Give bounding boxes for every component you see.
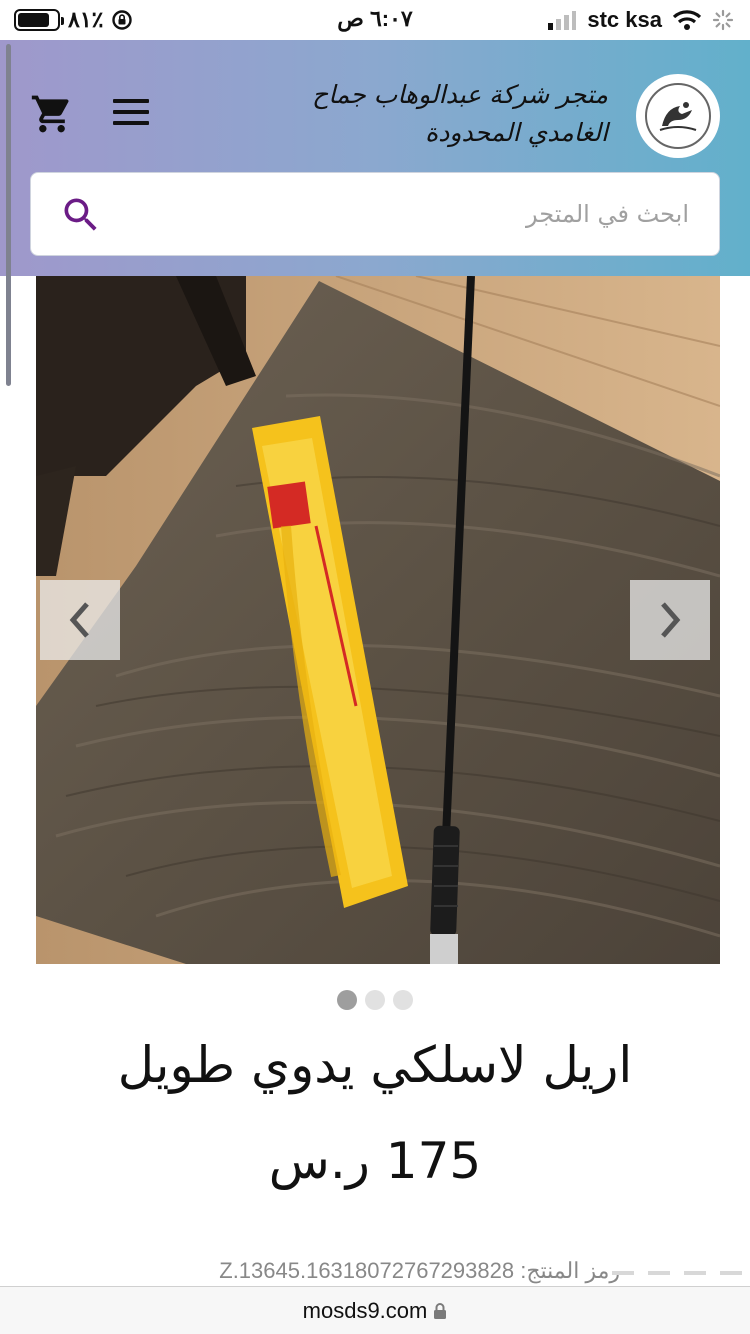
carousel-dot[interactable] [337,990,357,1010]
product-photo [36,276,720,964]
product-title: اريل لاسلكي يدوي طويل [117,1036,633,1094]
product-code: رمز المنتج: Z.13645.16318072767293828 [219,1258,620,1283]
chevron-left-icon [69,602,89,638]
carousel-next-button[interactable] [630,580,710,660]
menu-icon[interactable] [113,99,149,129]
carousel-dot[interactable] [393,990,413,1010]
store-logo-emblem-icon [659,102,697,131]
carousel-dots [0,990,750,1010]
cart-icon[interactable] [30,92,74,136]
page-scrollbar[interactable] [6,44,11,386]
search-box [30,172,720,256]
product-image[interactable] [36,276,720,964]
search-icon[interactable] [59,193,103,237]
loading-spinner-icon [712,9,734,31]
code-overflow-fade [612,1262,750,1284]
lock-icon [434,1302,447,1319]
carrier-name: stc ksa [587,7,662,32]
carousel-dot[interactable] [365,990,385,1010]
status-bar: ٨١٪ ٦:٠٧ ص stc ksa [0,0,750,40]
status-right: stc ksa [547,6,734,34]
url-text: mosds9.com [302,1297,428,1323]
search-input[interactable] [129,173,689,255]
store-name[interactable]: متجر شركة عبدالوهاب جماح الغامدي المحدود… [228,76,608,152]
carousel-prev-button[interactable] [40,580,120,660]
browser-url-bar[interactable]: mosds9.com [0,1286,750,1334]
signal-bars-icon [548,11,577,30]
wifi-icon [672,10,702,30]
chevron-right-icon [661,602,681,638]
status-time: ٦:٠٧ ص [337,6,413,31]
product-price: 175 ر.س [268,1132,482,1190]
store-logo[interactable] [636,74,720,158]
